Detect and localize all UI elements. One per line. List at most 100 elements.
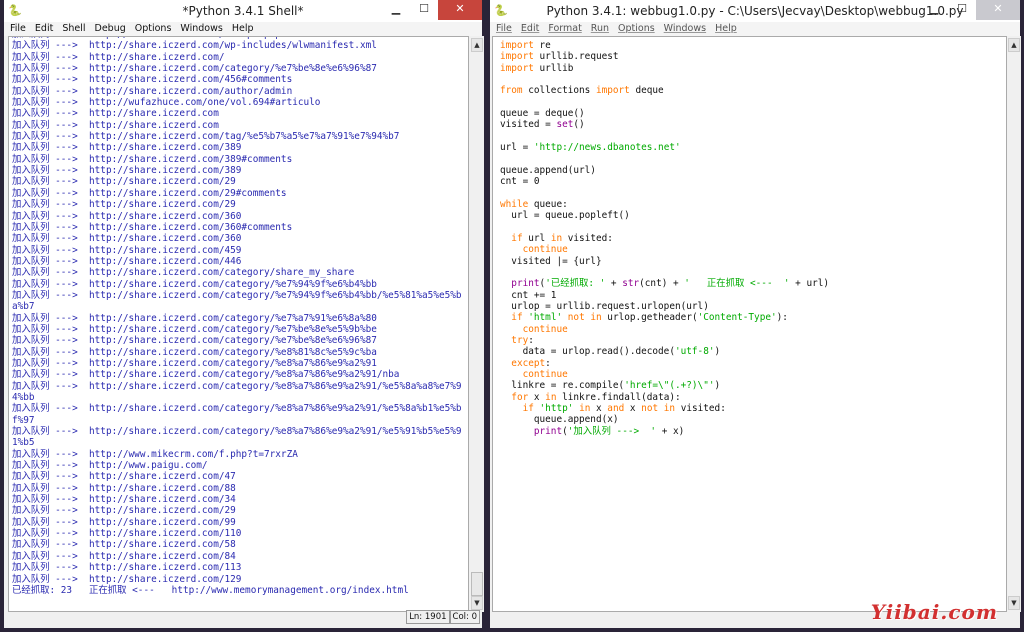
- minimize-button[interactable]: ▁: [920, 0, 948, 20]
- close-button[interactable]: ✕: [976, 0, 1020, 20]
- shell-scrollbar[interactable]: ▲ ▼: [470, 36, 484, 612]
- code-string: 'html': [528, 312, 563, 324]
- shell-output[interactable]: 加入队列 ---> http://share.iczerd.com/xmlrpc…: [8, 36, 469, 612]
- output-line: 加入队列 ---> http://share.iczerd.com/catego…: [12, 335, 468, 346]
- code-line: cnt += 1: [500, 290, 1006, 301]
- output-prefix: 加入队列 --->: [12, 244, 90, 256]
- scroll-up-icon[interactable]: ▲: [1008, 38, 1020, 52]
- menu-options[interactable]: Options: [618, 22, 655, 36]
- menu-edit[interactable]: Edit: [521, 22, 539, 36]
- code-string: 'http://news.dbanotes.net': [533, 142, 681, 154]
- output-line: 加入队列 ---> http://share.iczerd.com/389#co…: [12, 154, 468, 165]
- output-prefix: 加入队列 --->: [12, 142, 90, 154]
- code-keyword: continue: [522, 323, 568, 335]
- editor-scrollbar[interactable]: ▲ ▼: [1007, 36, 1021, 612]
- output-url: http://wufazhuce.com/one/vol.694#articul…: [89, 97, 321, 109]
- status-bar: Ln: 1901 Col: 0: [406, 610, 480, 624]
- menu-shell[interactable]: Shell: [62, 22, 85, 36]
- output-line: 加入队列 ---> http://share.iczerd.com/360: [12, 211, 468, 222]
- output-line: 加入队列 ---> http://share.iczerd.com/catego…: [12, 381, 468, 392]
- code-text: urllib.request: [533, 51, 619, 63]
- output-prefix: 加入队列 --->: [12, 210, 90, 222]
- output-line: 加入队列 ---> http://share.iczerd.com/99: [12, 517, 468, 528]
- output-prefix: 加入队列 --->: [12, 51, 90, 63]
- editor-menubar: File Edit Format Run Options Windows Help: [490, 22, 1020, 36]
- code-text: deque: [629, 85, 664, 97]
- output-prefix: 已经抓取: 23 正在抓取 <---: [12, 584, 172, 596]
- code-text: (): [573, 119, 585, 131]
- output-line: 加入队列 ---> http://www.paigu.com/: [12, 460, 468, 471]
- maximize-button[interactable]: ☐: [410, 0, 438, 20]
- code-text: url: [522, 232, 551, 244]
- output-prefix: 加入队列 --->: [12, 153, 90, 165]
- output-prefix: 加入队列 --->: [12, 40, 90, 52]
- menu-run[interactable]: Run: [591, 22, 609, 36]
- output-url: http://share.iczerd.com/category/%e7%a7%…: [89, 312, 377, 324]
- code-text: linkre = re.compile(: [500, 380, 625, 392]
- output-line: 加入队列 ---> http://share.iczerd.com/catego…: [12, 358, 468, 369]
- code-editor[interactable]: import re import urllib.request import url…: [492, 36, 1007, 612]
- code-keyword: continue: [522, 244, 568, 256]
- menu-windows[interactable]: Windows: [664, 22, 706, 36]
- scroll-down-icon[interactable]: ▼: [1008, 596, 1020, 610]
- scroll-down-icon[interactable]: ▼: [471, 596, 483, 610]
- menu-debug[interactable]: Debug: [95, 22, 126, 36]
- output-prefix: 加入队列 --->: [12, 482, 90, 494]
- output-line: 加入队列 ---> http://share.iczerd.com/29: [12, 505, 468, 516]
- code-text: visited:: [675, 403, 726, 414]
- output-prefix: 加入队列 --->: [12, 562, 90, 574]
- code-line: except:: [500, 358, 1006, 369]
- output-line: 加入队列 ---> http://share.iczerd.com/47: [12, 471, 468, 482]
- close-button[interactable]: ✕: [438, 0, 482, 20]
- menu-file[interactable]: File: [10, 22, 26, 36]
- code-text: queue.append(x): [500, 414, 619, 426]
- line-number: Ln: 1901: [406, 610, 450, 624]
- output-url: http://share.iczerd.com/category/%e8%81%…: [89, 346, 377, 358]
- output-prefix: 加入队列 --->: [12, 516, 90, 528]
- shell-menubar: File Edit Shell Debug Options Windows Help: [4, 22, 482, 36]
- code-line: print('加入队列 ---> ' + x): [500, 426, 1006, 437]
- maximize-button[interactable]: ☐: [948, 0, 976, 20]
- output-url: http://share.iczerd.com: [89, 108, 219, 120]
- code-text: data = urlop.read().decode(: [500, 346, 675, 358]
- output-line: 加入队列 ---> http://share.iczerd.com/catego…: [12, 426, 468, 437]
- menu-file[interactable]: File: [496, 22, 512, 36]
- code-line: queue.append(x): [500, 414, 1006, 425]
- minimize-button[interactable]: ▁: [382, 0, 410, 20]
- output-prefix: 加入队列 --->: [12, 528, 90, 540]
- menu-options[interactable]: Options: [135, 22, 172, 36]
- menu-help[interactable]: Help: [715, 22, 737, 36]
- output-line: 加入队列 ---> http://share.iczerd.com/catego…: [12, 369, 468, 380]
- menu-help[interactable]: Help: [232, 22, 254, 36]
- code-builtin: set: [556, 119, 574, 131]
- output-line: 加入队列 ---> http://wufazhuce.com/one/vol.6…: [12, 97, 468, 108]
- output-url: f%97: [12, 414, 35, 426]
- output-prefix: 加入队列 --->: [12, 131, 90, 143]
- output-url: http://share.iczerd.com/29: [89, 505, 236, 517]
- output-prefix: 加入队列 --->: [12, 312, 90, 324]
- output-url: http://share.iczerd.com/category/%e7%be%…: [89, 335, 377, 347]
- code-builtin: print: [533, 425, 563, 437]
- output-prefix: 加入队列 --->: [12, 233, 90, 245]
- output-url: http://share.iczerd.com/tag/%e5%b7%a5%e7…: [89, 131, 400, 143]
- menu-windows[interactable]: Windows: [180, 22, 222, 36]
- output-url: http://share.iczerd.com/author/admin: [89, 85, 293, 97]
- code-keyword: if: [522, 403, 534, 414]
- output-line: 加入队列 ---> http://share.iczerd.com/360#co…: [12, 222, 468, 233]
- scroll-thumb[interactable]: [471, 572, 483, 596]
- output-line: 加入队列 ---> http://share.iczerd.com/catego…: [12, 290, 468, 301]
- code-string: 'utf-8': [674, 346, 715, 358]
- output-url: http://share.iczerd.com/category/%e7%be%…: [89, 323, 377, 335]
- menu-edit[interactable]: Edit: [35, 22, 53, 36]
- output-url: http://share.iczerd.com/113: [89, 562, 242, 574]
- output-prefix: 加入队列 --->: [12, 369, 90, 381]
- code-text: queue.append(url): [500, 164, 596, 176]
- output-line: 已经抓取: 23 正在抓取 <--- http://www.memorymana…: [12, 585, 468, 596]
- code-text: + x): [656, 425, 685, 437]
- scroll-up-icon[interactable]: ▲: [471, 38, 483, 52]
- output-url: http://share.iczerd.com: [89, 119, 219, 131]
- menu-format[interactable]: Format: [548, 22, 581, 36]
